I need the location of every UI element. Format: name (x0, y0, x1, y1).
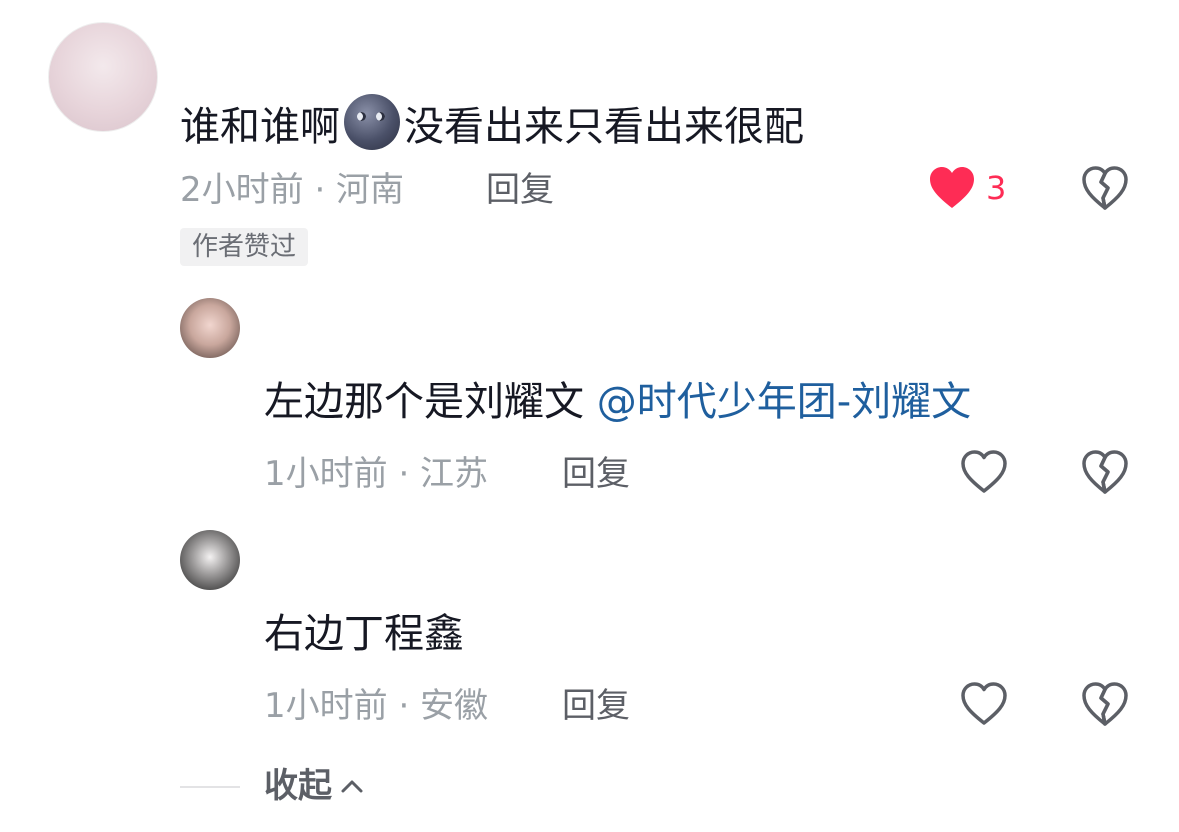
reply-button[interactable]: 回复 (486, 170, 554, 210)
new-moon-face-icon (344, 94, 400, 150)
avatar[interactable] (48, 22, 158, 132)
heart-outline-icon (961, 450, 1007, 493)
collapse-replies-button[interactable]: 收起 (264, 764, 364, 808)
reply-text: 左边那个是刘耀文 @时代少年团-刘耀文 (264, 378, 971, 426)
reply-text: 右边丁程鑫 (264, 611, 464, 657)
mention-link[interactable]: @时代少年团-刘耀文 (597, 379, 971, 425)
divider (180, 786, 240, 788)
like-button[interactable] (960, 450, 1008, 494)
heart-filled-icon (930, 167, 974, 208)
broken-heart-icon (1082, 450, 1128, 494)
like-button[interactable] (960, 682, 1008, 726)
comment-text-part-2: 没看出来只看出来很配 (404, 104, 804, 150)
reply-time-location: 1小时前 · 江苏 (264, 454, 489, 494)
comment-text-part-1: 谁和谁啊 (180, 104, 340, 150)
dislike-button[interactable] (1081, 682, 1129, 726)
reply-button[interactable]: 回复 (562, 686, 630, 726)
like-button[interactable]: 3 (928, 166, 1006, 210)
reply-avatar[interactable] (180, 530, 240, 590)
comment-text: 谁和谁啊 没看出来只看出来很配 (180, 94, 804, 151)
broken-heart-icon (1082, 682, 1128, 726)
collapse-label: 收起 (264, 766, 332, 806)
reply-avatar[interactable] (180, 298, 240, 358)
reply-time-location: 1小时前 · 安徽 (264, 686, 489, 726)
author-liked-badge: 作者赞过 (180, 228, 309, 266)
dislike-button[interactable] (1081, 450, 1129, 494)
heart-outline-icon (961, 682, 1007, 725)
comment-time-location: 2小时前 · 河南 (180, 170, 405, 210)
dislike-button[interactable] (1081, 166, 1129, 210)
like-count: 3 (986, 169, 1007, 207)
broken-heart-icon (1082, 166, 1128, 210)
reply-text-body: 左边那个是刘耀文 (264, 379, 584, 425)
reply-button[interactable]: 回复 (562, 454, 630, 494)
chevron-up-icon (341, 780, 363, 793)
